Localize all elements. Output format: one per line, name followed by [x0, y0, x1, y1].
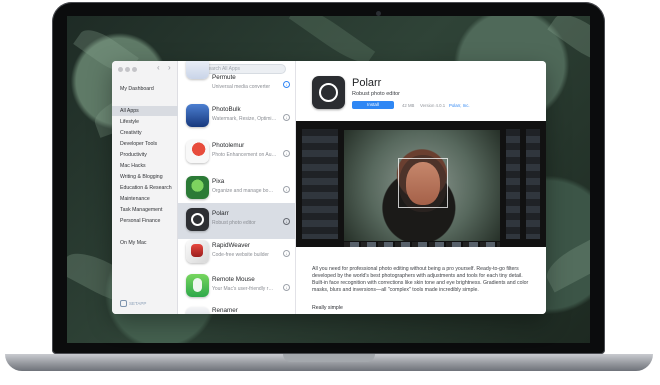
- app-name: Polarr: [212, 210, 229, 217]
- permute-app-icon: [186, 61, 209, 79]
- renamer-app-icon: [186, 307, 209, 314]
- left-tool-panel: [324, 129, 338, 239]
- app-description: Your Mac's user-friendly r…: [212, 286, 274, 292]
- list-item-photobulk[interactable]: PhotoBulk Watermark, Resize, Optimi… ↓: [178, 99, 295, 135]
- sidebar-item-mac-hacks[interactable]: Mac Hacks: [112, 161, 178, 171]
- download-icon[interactable]: ↓: [283, 150, 290, 157]
- app-name: Renamer: [212, 307, 238, 314]
- app-description: Watermark, Resize, Optimi…: [212, 116, 277, 122]
- app-size: 42 MB: [402, 103, 415, 108]
- app-description-text: All you need for professional photo edit…: [312, 266, 529, 293]
- sidebar: ‹ › My Dashboard All Apps Lifestyle Crea…: [112, 61, 178, 314]
- sidebar-item-personal-finance[interactable]: Personal Finance: [112, 216, 178, 226]
- sidebar-item-task-management[interactable]: Task Management: [112, 205, 178, 215]
- app-screenshot[interactable]: [296, 121, 546, 247]
- film-strip: [344, 242, 500, 247]
- download-icon[interactable]: ↓: [283, 250, 290, 257]
- app-description: Code-free website builder: [212, 252, 269, 258]
- sidebar-item-lifestyle[interactable]: Lifestyle: [112, 117, 178, 127]
- leaf-decoration: [540, 229, 590, 293]
- minimize-window-button[interactable]: [125, 67, 130, 72]
- install-button[interactable]: Install: [352, 101, 394, 109]
- close-window-button[interactable]: [118, 67, 123, 72]
- sidebar-item-productivity[interactable]: Productivity: [112, 150, 178, 160]
- list-item-photolemur[interactable]: Photolemur Photo Enhancement on Au… ↓: [178, 135, 295, 171]
- pixa-app-icon: [186, 176, 209, 199]
- app-name: Pixa: [212, 178, 225, 185]
- download-icon[interactable]: ↓: [283, 81, 290, 88]
- face-crop-box: [398, 158, 448, 208]
- list-item-renamer[interactable]: Renamer: [178, 302, 295, 314]
- sidebar-item-dashboard[interactable]: My Dashboard: [112, 84, 178, 94]
- download-icon[interactable]: ↓: [283, 284, 290, 291]
- left-tool-panel: [302, 129, 324, 239]
- polarr-ring-icon: [191, 213, 204, 226]
- sidebar-item-maintenance[interactable]: Maintenance: [112, 194, 178, 204]
- app-title: Polarr: [352, 77, 382, 89]
- laptop-notch: [283, 354, 375, 362]
- sidebar-item-writing-blogging[interactable]: Writing & Blogging: [112, 172, 178, 182]
- app-description: Organize and manage bo…: [212, 188, 274, 194]
- app-name: Permute: [212, 74, 236, 81]
- setapp-brand: SETAPP: [120, 300, 146, 307]
- app-description: Robust photo editor: [212, 220, 256, 226]
- app-description: Universal media converter: [212, 84, 271, 90]
- sidebar-item-developer-tools[interactable]: Developer Tools: [112, 139, 178, 149]
- app-name: RapidWeaver: [212, 242, 251, 249]
- list-item-remote-mouse[interactable]: Remote Mouse Your Mac's user-friendly r……: [178, 269, 295, 305]
- forward-chevron-icon[interactable]: ›: [168, 63, 171, 73]
- app-name: Remote Mouse: [212, 276, 255, 283]
- mouse-icon: [193, 278, 202, 292]
- back-chevron-icon[interactable]: ‹: [157, 63, 160, 73]
- setapp-logo-icon: [120, 300, 127, 307]
- photobulk-app-icon: [186, 104, 209, 127]
- section-heading: Really simple: [312, 305, 343, 311]
- polarr-app-icon: [186, 208, 209, 231]
- list-item-pixa[interactable]: Pixa Organize and manage bo… ↓: [178, 171, 295, 207]
- app-list[interactable]: ⌕ Search All Apps Permute Universal medi…: [178, 61, 296, 314]
- list-item-rapidweaver[interactable]: RapidWeaver Code-free website builder ↓: [178, 235, 295, 271]
- app-name: Photolemur: [212, 142, 245, 149]
- right-tool-panel: [506, 129, 520, 239]
- polarr-ring-icon: [319, 83, 338, 102]
- photolemur-app-icon: [186, 140, 209, 163]
- download-icon[interactable]: ↓: [283, 186, 290, 193]
- macbook-mockup: ‹ › My Dashboard All Apps Lifestyle Crea…: [0, 0, 660, 385]
- app-subtitle: Robust photo editor: [352, 91, 401, 97]
- sidebar-item-education-research[interactable]: Education & Research: [112, 183, 178, 193]
- download-icon[interactable]: ↓: [283, 114, 290, 121]
- leaf-decoration: [547, 16, 590, 70]
- developer-link[interactable]: Polarr, Inc.: [449, 103, 470, 108]
- remote-mouse-app-icon: [186, 274, 209, 297]
- app-version: Version 4.0.1: [420, 103, 446, 108]
- app-detail-pane: Polarr Robust photo editor Install 42 MB…: [296, 61, 546, 314]
- polarr-detail-icon: [312, 76, 345, 109]
- list-item-polarr[interactable]: Polarr Robust photo editor ↓: [178, 203, 295, 239]
- app-name: PhotoBulk: [212, 106, 241, 113]
- download-icon[interactable]: ↓: [283, 218, 290, 225]
- sidebar-item-creativity[interactable]: Creativity: [112, 128, 178, 138]
- sidebar-item-on-my-mac[interactable]: On My Mac: [112, 238, 178, 248]
- setapp-brand-label: SETAPP: [129, 301, 147, 306]
- portrait-photo: [344, 130, 500, 241]
- right-tool-panel: [526, 129, 540, 239]
- zoom-window-button[interactable]: [132, 67, 137, 72]
- rapidweaver-logo-icon: [191, 244, 203, 257]
- rapidweaver-app-icon: [186, 240, 209, 263]
- sidebar-item-all-apps[interactable]: All Apps: [112, 106, 178, 116]
- setapp-window: ‹ › My Dashboard All Apps Lifestyle Crea…: [112, 61, 546, 314]
- app-description: Photo Enhancement on Au…: [212, 152, 277, 158]
